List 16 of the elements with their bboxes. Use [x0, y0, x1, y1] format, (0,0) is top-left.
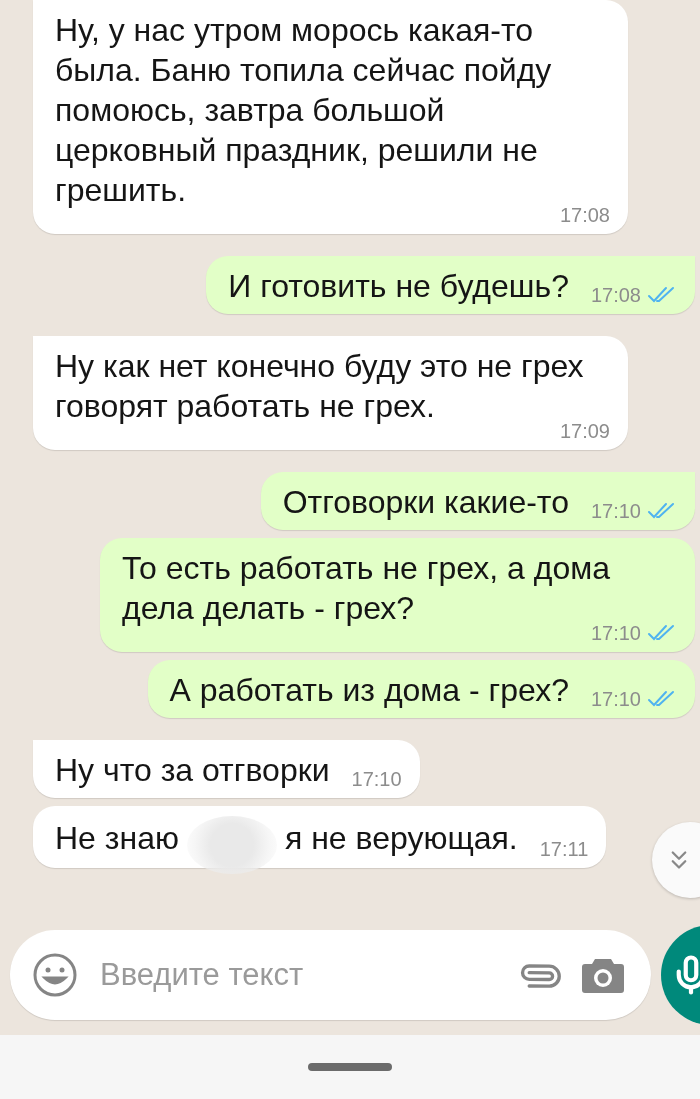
- message-time: 17:08: [590, 283, 641, 308]
- message-time: 17:10: [590, 499, 641, 524]
- message-text: Ну что за отгворки: [55, 751, 330, 790]
- message-time: 17:10: [351, 767, 402, 792]
- emoji-button[interactable]: [32, 952, 78, 998]
- message-text: я не верующая.: [284, 819, 518, 858]
- message-time: 17:08: [559, 203, 610, 228]
- message-text: Ну, у нас утром морось какая-то была. Баню топила сейчас пойду помоюсь, завтра большой церковный праздник, решили не грешить.: [55, 11, 553, 210]
- message-text: Не знаю: [55, 819, 179, 858]
- message-input-field[interactable]: Введите текст: [98, 956, 501, 994]
- message-time: 17:11: [539, 837, 589, 862]
- message-time: 17:10: [590, 687, 641, 712]
- message-text: А работать из дома - грех?: [169, 671, 569, 710]
- message-text: Отговорки какие-то: [282, 483, 569, 522]
- composer-field[interactable]: Введите текст: [10, 930, 651, 1020]
- message-text: И готовить не будешь?: [228, 267, 569, 306]
